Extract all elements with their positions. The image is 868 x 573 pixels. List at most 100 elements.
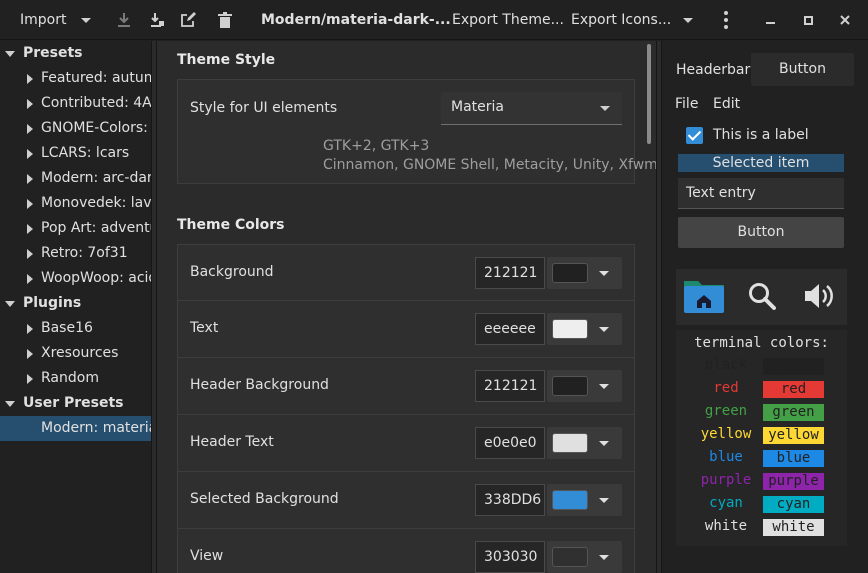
color-option-label: View	[190, 548, 224, 564]
sidebar-item[interactable]: Modern: materia	[0, 416, 151, 441]
terminal-color-chip: white	[763, 519, 824, 536]
sidebar-category[interactable]: User Presets	[0, 391, 151, 416]
color-picker-button[interactable]	[547, 541, 622, 573]
theme-style-title: Theme Style	[177, 52, 276, 68]
style-label: Style for UI elements	[190, 100, 338, 116]
color-option-label: Selected Background	[190, 491, 339, 507]
color-picker-button[interactable]	[547, 313, 622, 345]
expander-open-icon[interactable]	[5, 51, 15, 57]
expander-closed-icon[interactable]	[27, 199, 33, 209]
color-option-label: Header Text	[190, 434, 274, 450]
chevron-down-icon	[599, 441, 609, 446]
minimize-icon[interactable]	[760, 0, 780, 40]
sidebar-item[interactable]: LCARS: lcars	[0, 141, 151, 166]
expander-closed-icon[interactable]	[27, 324, 33, 334]
sidebar-item[interactable]: GNOME-Colors: s	[0, 116, 151, 141]
import-button[interactable]: Import	[20, 0, 91, 40]
color-option-row: Text eeeeee	[177, 301, 635, 358]
maximize-icon[interactable]	[798, 0, 818, 40]
expander-closed-icon[interactable]	[27, 74, 33, 84]
sidebar-item-label: WoopWoop: acid	[41, 270, 151, 286]
terminal-title: terminal colors:	[694, 335, 829, 351]
trash-icon[interactable]	[214, 0, 236, 40]
preview-icons-panel	[676, 269, 847, 325]
color-hex-input[interactable]: 212121	[475, 370, 545, 402]
color-option-label: Header Background	[190, 377, 329, 393]
preview-menu-file[interactable]: File	[675, 96, 698, 112]
sidebar-item[interactable]: Monovedek: lave	[0, 191, 151, 216]
window-title: Modern/materia-dark-...	[261, 12, 451, 28]
preview-selected-item[interactable]: Selected item	[678, 154, 844, 172]
sidebar-category[interactable]: Plugins	[0, 291, 151, 316]
chevron-down-icon	[599, 271, 609, 276]
color-hex-input[interactable]: 212121	[475, 257, 545, 289]
color-hex-input[interactable]: 338DD6	[475, 484, 545, 516]
sidebar-item[interactable]: Pop Art: adventur	[0, 216, 151, 241]
expander-closed-icon[interactable]	[27, 224, 33, 234]
sidebar-item-label: Featured: autumn	[41, 70, 151, 86]
sidebar-item[interactable]: Base16	[0, 316, 151, 341]
save-as-icon[interactable]	[146, 0, 168, 40]
preview-button[interactable]: Button	[678, 217, 844, 248]
expander-closed-icon[interactable]	[27, 249, 33, 259]
preview-headerbar-label: Headerbar	[676, 62, 751, 78]
color-hex-input[interactable]: e0e0e0	[475, 427, 545, 459]
color-option-row: Header Background 212121	[177, 358, 635, 415]
color-swatch	[552, 376, 588, 396]
color-swatch	[552, 319, 588, 339]
terminal-color-name: cyan	[709, 495, 743, 511]
color-picker-button[interactable]	[547, 257, 622, 289]
terminal-color-chip: red	[763, 381, 824, 398]
color-picker-button[interactable]	[547, 370, 622, 402]
main-scrollbar[interactable]	[647, 44, 651, 144]
expander-closed-icon[interactable]	[27, 124, 33, 134]
color-option-row: Selected Background 338DD6	[177, 472, 635, 529]
sidebar-item[interactable]: Retro: 7of31	[0, 241, 151, 266]
color-hex-input[interactable]: 303030	[475, 541, 545, 573]
export-dropdown-icon[interactable]	[679, 0, 697, 40]
style-select[interactable]: Materia	[441, 92, 622, 125]
sidebar-item-label: Monovedek: lave	[41, 195, 151, 211]
style-select-value: Materia	[451, 99, 504, 115]
expander-closed-icon[interactable]	[27, 99, 33, 109]
expander-open-icon[interactable]	[5, 301, 15, 307]
sidebar-item[interactable]: Modern: arc-dark	[0, 166, 151, 191]
color-picker-button[interactable]	[547, 484, 622, 516]
sidebar-item-label: Contributed: 4Am	[41, 95, 151, 111]
sidebar-item[interactable]: Featured: autumn	[0, 66, 151, 91]
color-picker-button[interactable]	[547, 427, 622, 459]
preview-checkbox-label: This is a label	[713, 127, 809, 143]
sidebar-category[interactable]: Presets	[0, 41, 151, 66]
close-icon[interactable]	[835, 0, 855, 40]
expander-closed-icon[interactable]	[27, 374, 33, 384]
sidebar-item-label: Base16	[41, 320, 93, 336]
sidebar-item-label: User Presets	[23, 395, 124, 411]
volume-icon	[803, 280, 835, 316]
preview-checkbox[interactable]	[686, 127, 703, 144]
terminal-color-chip: yellow	[763, 427, 824, 444]
save-icon[interactable]	[113, 0, 135, 40]
export-icons-button[interactable]: Export Icons...	[571, 0, 671, 40]
preview-text-entry[interactable]: Text entry	[678, 178, 844, 209]
sidebar-item-label: Presets	[23, 45, 83, 61]
export-theme-button[interactable]: Export Theme...	[452, 0, 564, 40]
import-label: Import	[20, 12, 67, 28]
menu-kebab-icon[interactable]	[716, 0, 736, 40]
expander-closed-icon[interactable]	[27, 274, 33, 284]
expander-open-icon[interactable]	[5, 401, 15, 407]
preset-sidebar: Presets Featured: autumn Contributed: 4Am G…	[0, 41, 151, 573]
sidebar-item[interactable]: Contributed: 4Am	[0, 91, 151, 116]
color-option-label: Text	[190, 320, 219, 336]
expander-closed-icon[interactable]	[27, 174, 33, 184]
preview-menu-edit[interactable]: Edit	[713, 96, 740, 112]
expander-closed-icon[interactable]	[27, 349, 33, 359]
preview-headerbar-button[interactable]: Button	[751, 53, 854, 86]
sidebar-item[interactable]: WoopWoop: acid	[0, 266, 151, 291]
expander-closed-icon[interactable]	[27, 149, 33, 159]
sidebar-item[interactable]: Xresources	[0, 341, 151, 366]
terminal-color-chip: purple	[763, 473, 824, 490]
edit-icon[interactable]	[177, 0, 199, 40]
sidebar-item[interactable]: Random	[0, 366, 151, 391]
color-hex-input[interactable]: eeeeee	[475, 313, 545, 345]
sidebar-item-label: Random	[41, 370, 99, 386]
